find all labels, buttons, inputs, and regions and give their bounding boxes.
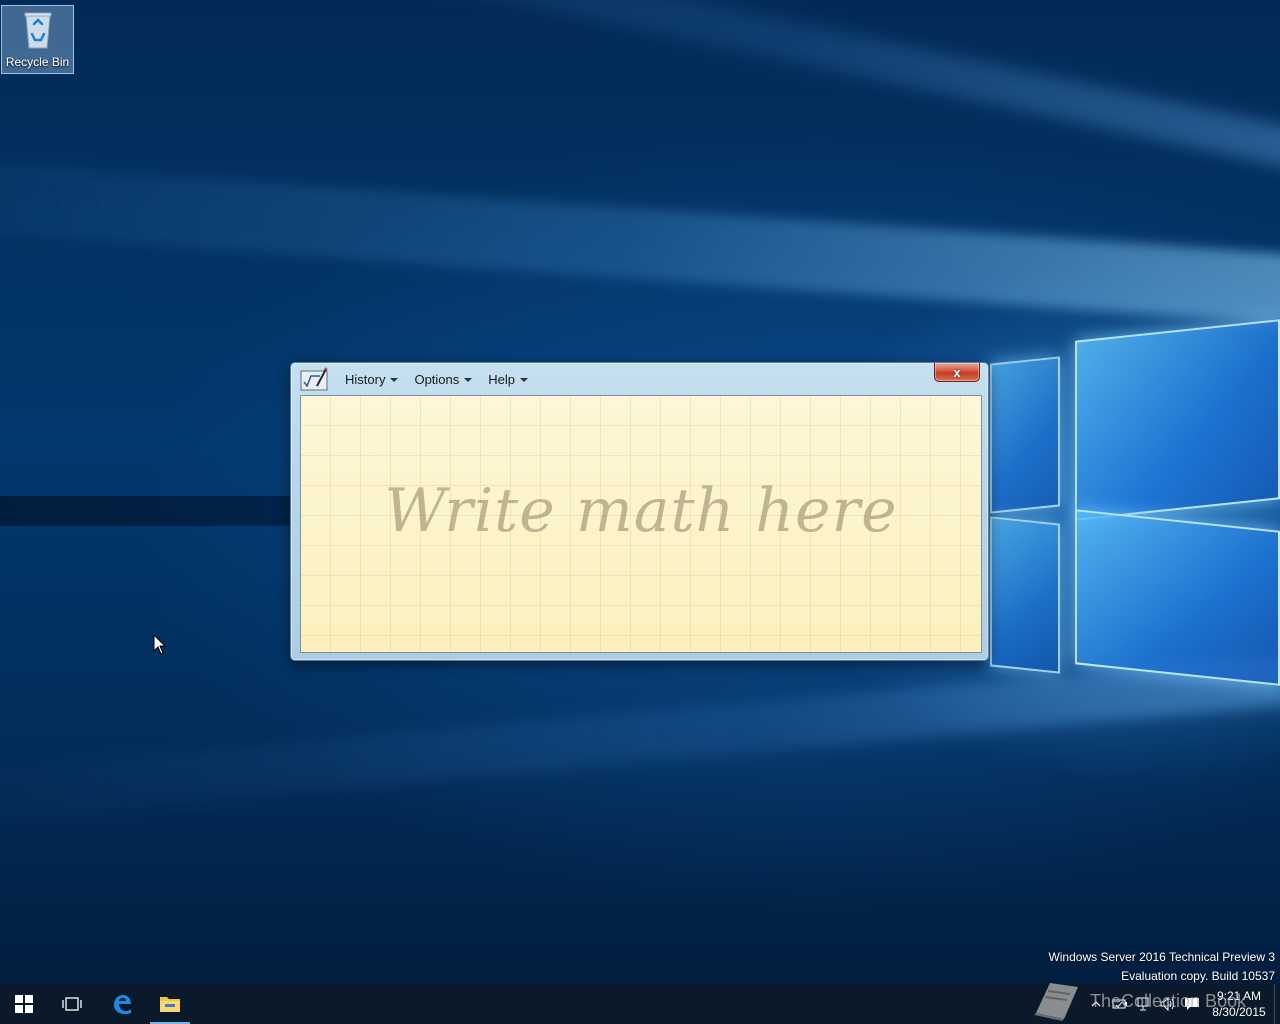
book-icon <box>1034 983 1078 1021</box>
menu-options-label: Options <box>414 371 460 387</box>
start-button[interactable] <box>0 984 48 1024</box>
close-icon: x <box>953 364 961 380</box>
mouse-cursor-icon <box>153 634 167 655</box>
site-watermark: TheCollection Book <box>1030 978 1246 1024</box>
wallpaper-logo-pane <box>1075 319 1280 521</box>
light-beam <box>0 0 1280 180</box>
file-explorer-button[interactable] <box>146 984 194 1024</box>
menu-help[interactable]: Help <box>480 370 536 388</box>
light-beam <box>0 650 1280 827</box>
wallpaper-logo-pane <box>990 356 1060 514</box>
site-watermark-text: TheCollection Book <box>1090 990 1247 1011</box>
desktop-icon-label: Recycle Bin <box>5 55 70 69</box>
close-button[interactable]: x <box>934 363 980 382</box>
light-beam <box>0 150 1280 325</box>
chevron-down-icon <box>464 377 473 382</box>
show-desktop-button[interactable] <box>1274 984 1280 1024</box>
task-view-icon <box>62 997 82 1011</box>
watermark-line-1: Windows Server 2016 Technical Preview 3 <box>1048 950 1275 964</box>
menu-options[interactable]: Options <box>406 370 480 388</box>
desktop-icon-recycle-bin[interactable]: Recycle Bin <box>1 5 74 74</box>
folder-icon <box>160 997 180 1012</box>
menu-help-label: Help <box>488 371 516 387</box>
math-input-panel-window[interactable]: History Options Help x Write math here <box>290 362 989 661</box>
writing-hint: Write math here <box>384 476 898 546</box>
menu-history-label: History <box>345 371 386 387</box>
windows-logo-icon <box>15 995 33 1013</box>
edge-browser-button[interactable] <box>98 984 146 1024</box>
menu-history[interactable]: History <box>337 370 406 388</box>
recycle-bin-icon <box>24 12 51 49</box>
edge-browser-icon <box>114 995 131 1014</box>
task-view-button[interactable] <box>48 984 96 1024</box>
chevron-down-icon <box>520 377 529 382</box>
math-input-panel-icon <box>300 367 328 391</box>
math-writing-area[interactable]: Write math here <box>300 395 982 653</box>
menu-bar: History Options Help <box>337 370 536 388</box>
chevron-down-icon <box>390 377 399 382</box>
wallpaper-logo-pane <box>1075 509 1280 686</box>
wallpaper-logo-pane <box>990 516 1060 674</box>
